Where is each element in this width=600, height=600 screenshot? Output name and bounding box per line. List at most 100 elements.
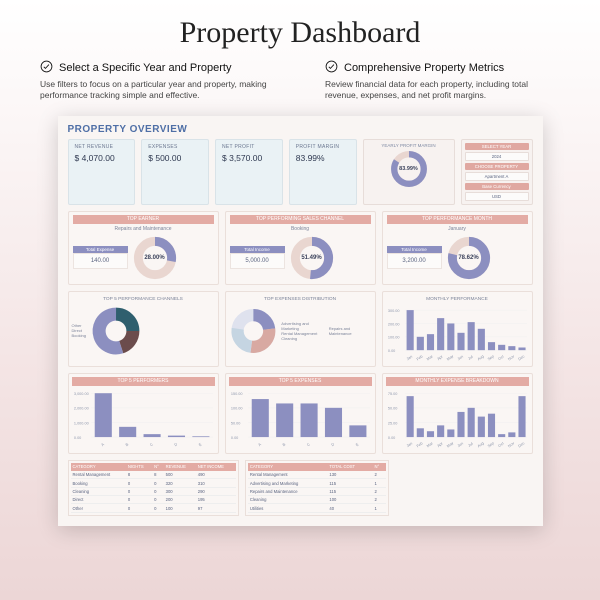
kpi-profit-margin: PROFIT MARGIN 83.99% — [289, 139, 357, 205]
svg-text:50.00: 50.00 — [230, 421, 240, 425]
table-performers: CATEGORYNIGHTSN°REVENUENET INCOMERental … — [71, 463, 236, 513]
stat-label: Total Income — [387, 246, 442, 253]
donut-legend: OtherDirectBooking — [72, 323, 86, 338]
feature-year-property: Select a Specific Year and Property Use … — [40, 60, 275, 102]
chart-title: TOP 5 PERFORMANCE CHANNELS — [72, 297, 215, 302]
donut-pct: 51.49% — [289, 235, 335, 281]
panel-top5-channels: TOP 5 PERFORMANCE CHANNELS OtherDirectBo… — [68, 291, 219, 367]
svg-text:Nov: Nov — [507, 441, 515, 448]
stat-label: Total Expense — [73, 246, 128, 253]
svg-text:25.00: 25.00 — [387, 421, 397, 425]
gauge-header: YEARLY PROFIT MARGIN — [367, 143, 451, 148]
svg-text:E: E — [355, 442, 360, 447]
svg-text:Oct: Oct — [497, 354, 505, 361]
kpi-value: 83.99% — [296, 153, 350, 163]
table-performers-wrap: CATEGORYNIGHTSN°REVENUENET INCOMERental … — [68, 460, 239, 516]
dash-title: PROPERTY OVERVIEW — [68, 124, 533, 135]
filter-year-value[interactable]: 2024 — [465, 152, 529, 161]
donut-top5-channels — [90, 305, 142, 357]
check-circle-icon — [325, 60, 338, 76]
svg-text:Jan: Jan — [405, 354, 412, 360]
svg-text:Feb: Feb — [415, 441, 423, 448]
svg-text:May: May — [446, 441, 454, 448]
kpi-label: EXPENSES — [148, 144, 202, 150]
svg-text:150.00: 150.00 — [230, 392, 242, 396]
svg-text:May: May — [446, 354, 454, 361]
row-tables: CATEGORYNIGHTSN°REVENUENET INCOMERental … — [68, 460, 533, 516]
svg-text:50.00: 50.00 — [387, 407, 397, 411]
panel-sub: Repairs and Maintenance — [73, 226, 214, 232]
svg-text:Apr: Apr — [436, 441, 444, 448]
svg-text:D: D — [330, 442, 335, 447]
donut-pct: 78.62% — [446, 235, 492, 281]
kpi-value: $ 3,570.00 — [222, 153, 276, 163]
svg-text:75.00: 75.00 — [387, 392, 397, 396]
svg-text:B: B — [281, 442, 286, 447]
panel-top-earner: TOP EARNER Repairs and Maintenance Total… — [68, 211, 219, 285]
kpi-net-revenue: NET REVENUE $ 4,070.00 — [68, 139, 136, 205]
row-donuts-monthly: TOP 5 PERFORMANCE CHANNELS OtherDirectBo… — [68, 291, 533, 367]
panel-band: TOP 5 EXPENSES — [229, 377, 372, 386]
stat-label: Total Income — [230, 246, 285, 253]
svg-text:C: C — [149, 442, 154, 447]
filter-box: SELECT YEAR 2024 CHOOSE PROPERTY Apartme… — [461, 139, 533, 205]
svg-text:3,000.00: 3,000.00 — [73, 392, 88, 396]
svg-text:A: A — [257, 442, 262, 447]
donut-legend: Advertising and MarketingRental Manageme… — [281, 321, 324, 341]
spacer — [395, 460, 533, 516]
stat-value: 5,000.00 — [230, 253, 285, 269]
feature-body: Review financial data for each property,… — [325, 79, 560, 102]
panel-monthly-perf: MONTHLY PERFORMANCE 0.00100.00200.00300.… — [382, 291, 533, 367]
filter-property-value[interactable]: Apartment A — [465, 172, 529, 181]
gauge-pct: 83.99% — [390, 150, 428, 188]
svg-text:D: D — [173, 442, 178, 447]
svg-text:0.00: 0.00 — [387, 436, 394, 440]
svg-text:Mar: Mar — [426, 441, 434, 448]
filter-year-label: SELECT YEAR — [465, 143, 529, 150]
svg-text:200.00: 200.00 — [387, 322, 399, 326]
svg-text:Aug: Aug — [476, 441, 484, 448]
donut-top-channel: 51.49% — [289, 235, 335, 281]
svg-text:B: B — [124, 442, 129, 447]
page-title: Property Dashboard — [0, 0, 600, 60]
panel-sub: January — [387, 226, 528, 232]
svg-text:Sep: Sep — [487, 354, 495, 361]
kpi-row: NET REVENUE $ 4,070.00 EXPENSES $ 500.00… — [68, 139, 533, 205]
svg-text:0.00: 0.00 — [73, 436, 80, 440]
feature-body: Use filters to focus on a particular yea… — [40, 79, 275, 102]
svg-text:Jan: Jan — [405, 441, 412, 448]
svg-text:Sep: Sep — [487, 441, 495, 448]
svg-text:C: C — [306, 442, 311, 447]
bar-top5-performers: 0.001,000.002,000.003,000.00ABCDE — [72, 388, 215, 448]
panel-band: TOP EARNER — [73, 215, 214, 224]
kpi-value: $ 500.00 — [148, 153, 202, 163]
stat-value: 3,200.00 — [387, 253, 442, 269]
svg-text:Aug: Aug — [476, 354, 484, 361]
donut-top-month: 78.62% — [446, 235, 492, 281]
svg-text:0.00: 0.00 — [387, 349, 394, 353]
svg-text:Dec: Dec — [517, 441, 525, 448]
donut-top-expenses — [229, 305, 278, 357]
dashboard: PROPERTY OVERVIEW NET REVENUE $ 4,070.00… — [58, 116, 543, 526]
svg-text:Jun: Jun — [456, 441, 463, 448]
bar-top5-expenses: 0.00 50.00 100.00 150.00 A B C D E — [229, 388, 372, 448]
svg-text:Jul: Jul — [467, 355, 473, 361]
svg-text:0.00: 0.00 — [230, 436, 237, 440]
svg-text:Feb: Feb — [415, 354, 423, 361]
svg-text:300.00: 300.00 — [387, 309, 399, 313]
svg-text:100.00: 100.00 — [230, 407, 242, 411]
svg-text:E: E — [198, 442, 203, 447]
filter-currency-value[interactable]: USD — [465, 192, 529, 201]
panel-top-month: TOP PERFORMANCE MONTH January Total Inco… — [382, 211, 533, 285]
chart-title: TOP EXPENSES DISTRIBUTION — [229, 297, 372, 302]
panel-band: TOP PERFORMING SALES CHANNEL — [230, 215, 371, 224]
row-bars: TOP 5 PERFORMERS 0.001,000.002,000.003,0… — [68, 373, 533, 454]
panel-sub: Booking — [230, 226, 371, 232]
stat-value: 140.00 — [73, 253, 128, 269]
svg-text:Jul: Jul — [467, 442, 473, 448]
bar-monthly-perf: 0.00100.00200.00300.00JanFebMarAprMayJun… — [386, 305, 529, 361]
panel-band: MONTHLY EXPENSE BREAKDOWN — [386, 377, 529, 386]
svg-text:Jun: Jun — [456, 354, 463, 360]
chart-title: MONTHLY PERFORMANCE — [386, 297, 529, 302]
panel-top-channel: TOP PERFORMING SALES CHANNEL Booking Tot… — [225, 211, 376, 285]
